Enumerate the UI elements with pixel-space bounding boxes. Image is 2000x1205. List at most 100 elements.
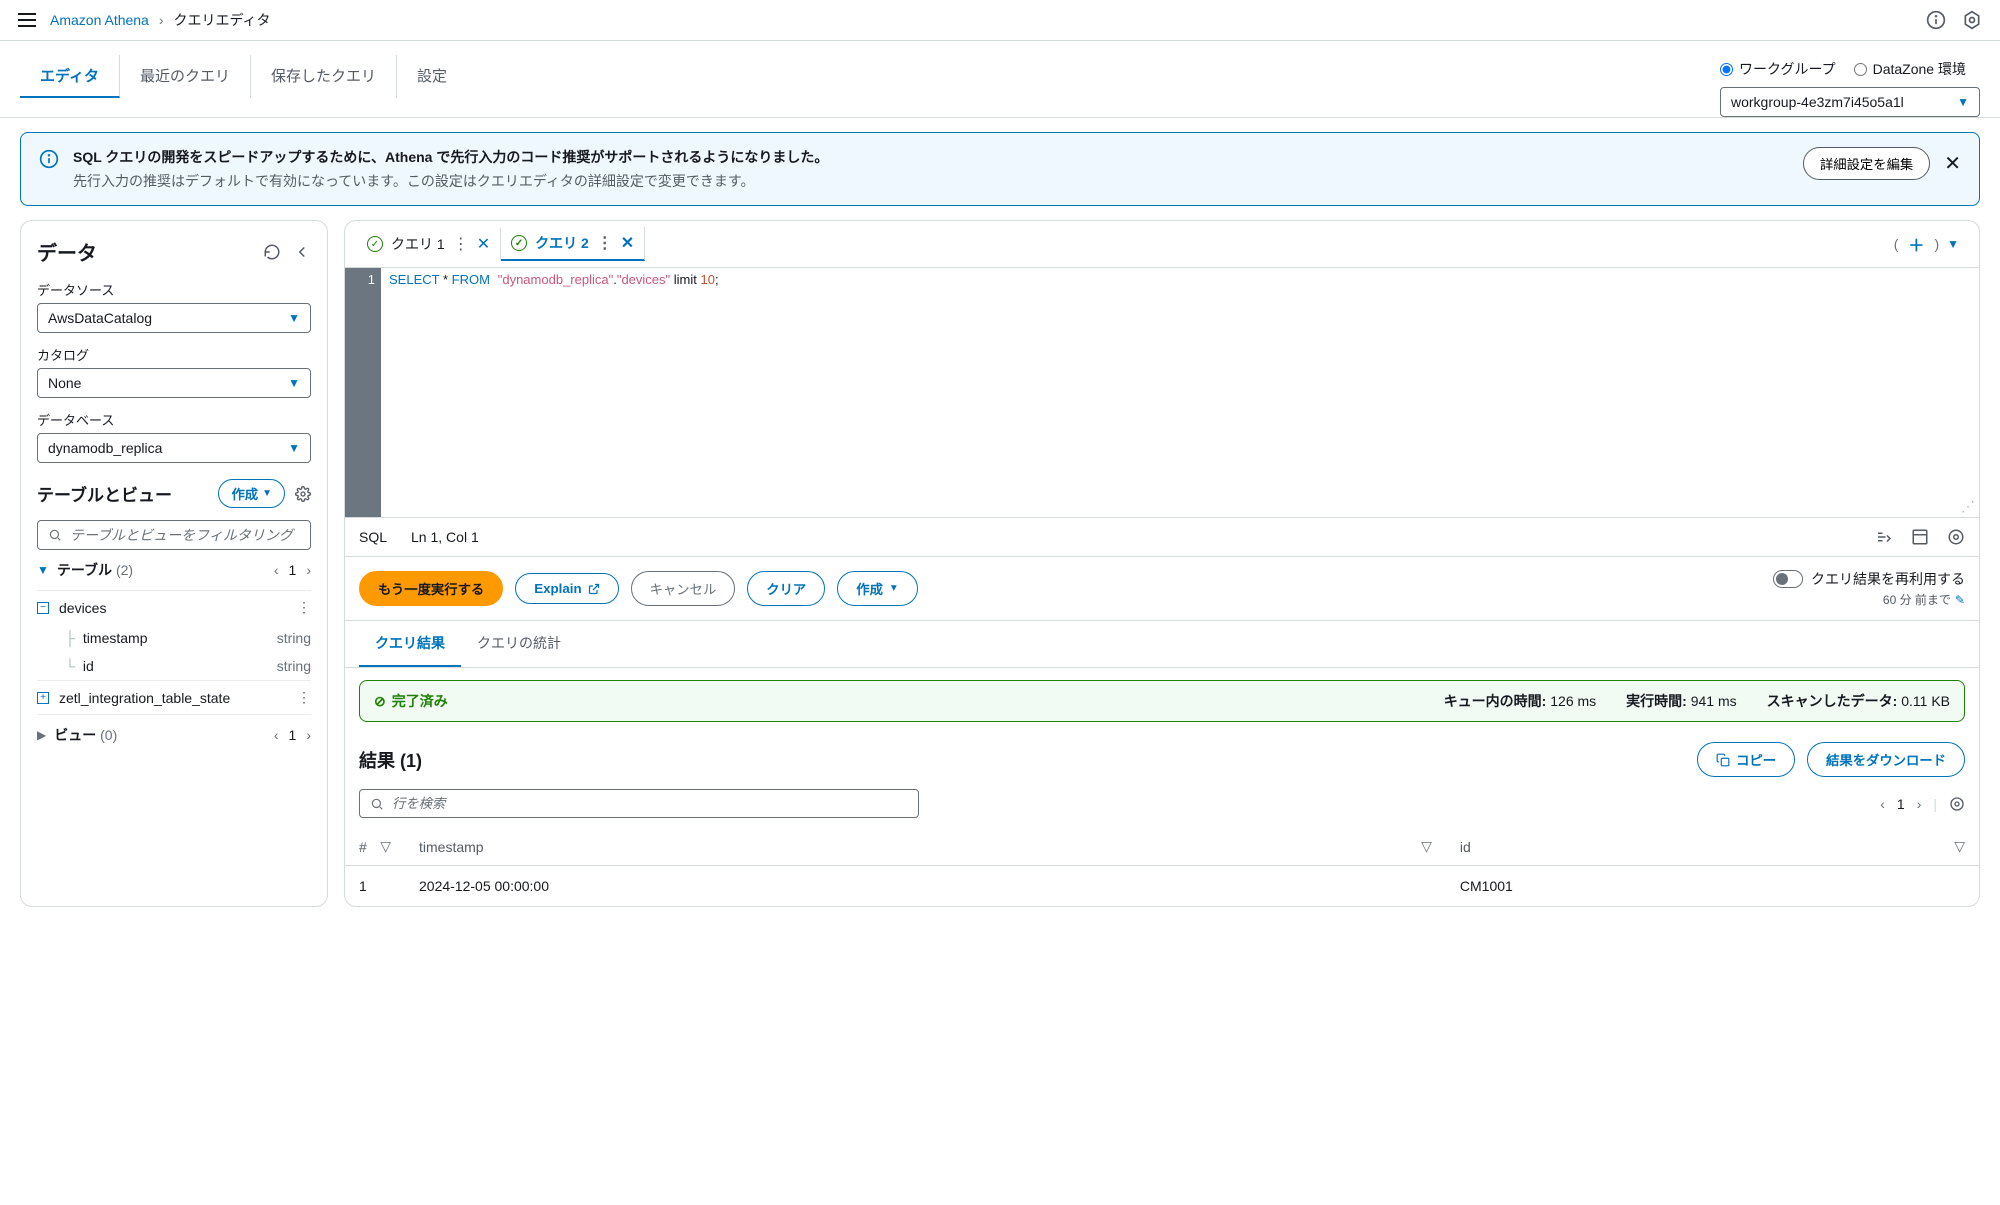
workgroup-select[interactable]: workgroup-4e3zm7i45o5a1l ▼	[1720, 87, 1980, 117]
column-timestamp: ├timestampstring	[37, 624, 311, 652]
tables-header: ▼ テーブル (2) ‹ 1 ›	[37, 550, 311, 591]
caret-down-icon: ▼	[1957, 95, 1969, 109]
add-tab-button[interactable]: ＋	[1898, 232, 1934, 256]
views-header: ▶ ビュー (0) ‹ 1 ›	[37, 715, 311, 755]
database-label: データベース	[37, 410, 311, 429]
create-query-button[interactable]: 作成▼	[837, 571, 918, 606]
success-icon: ✓	[367, 236, 383, 252]
tab-recent[interactable]: 最近のクエリ	[120, 55, 251, 98]
database-select[interactable]: dynamodb_replica▼	[37, 433, 311, 463]
caret-right-icon[interactable]: ▶	[37, 728, 46, 742]
edit-icon[interactable]: ✎	[1955, 593, 1965, 607]
banner-title: SQL クエリの開発をスピードアップするために、Athena で先行入力のコード…	[73, 147, 1789, 167]
settings-nut-icon[interactable]	[1962, 10, 1982, 30]
download-button[interactable]: 結果をダウンロード	[1807, 742, 1965, 777]
run-again-button[interactable]: もう一度実行する	[359, 571, 503, 606]
breadcrumb: Amazon Athena › クエリエディタ	[50, 10, 271, 30]
query-tab-1[interactable]: ✓ クエリ 1 ⋮ ✕	[357, 228, 501, 260]
radio-workgroup[interactable]: ワークグループ	[1720, 59, 1836, 79]
gear-icon[interactable]	[295, 486, 311, 502]
caret-down-icon: ▼	[288, 441, 300, 455]
caret-down-icon[interactable]: ▼	[1939, 237, 1967, 251]
info-banner: SQL クエリの開発をスピードアップするために、Athena で先行入力のコード…	[20, 132, 1980, 206]
menu-icon[interactable]	[18, 13, 36, 27]
explain-button[interactable]: Explain	[515, 573, 618, 604]
tab-query-results[interactable]: クエリ結果	[359, 621, 461, 667]
caret-down-icon[interactable]: ▼	[37, 563, 49, 577]
next-page-icon[interactable]: ›	[1917, 796, 1922, 812]
prev-page-icon[interactable]: ‹	[274, 562, 279, 578]
results-table: #▽ timestamp▽ id▽ 1 2024-12-05 00:00:00 …	[345, 828, 1979, 906]
more-icon[interactable]: ⋮	[297, 599, 311, 616]
fullscreen-icon[interactable]	[1911, 528, 1929, 546]
gear-icon[interactable]	[1947, 528, 1965, 546]
create-button[interactable]: 作成▼	[218, 479, 285, 508]
close-icon[interactable]: ✕	[1944, 151, 1961, 176]
catalog-label: カタログ	[37, 345, 311, 364]
success-icon: ⊘	[374, 693, 386, 710]
row-search-input[interactable]	[359, 789, 919, 818]
sql-editor[interactable]: 1 SELECT * FROM "dynamodb_replica"."devi…	[345, 268, 1979, 518]
collapse-icon[interactable]	[293, 243, 311, 261]
cancel-button[interactable]: キャンセル	[631, 571, 736, 606]
completion-panel: ⊘完了済み キュー内の時間: 126 ms 実行時間: 941 ms スキャンし…	[359, 680, 1965, 722]
chevron-right-icon: ›	[159, 12, 164, 28]
next-page-icon[interactable]: ›	[306, 727, 311, 743]
cursor-position: Ln 1, Col 1	[411, 529, 479, 545]
external-link-icon	[588, 583, 600, 595]
prev-page-icon[interactable]: ‹	[274, 727, 279, 743]
caret-down-icon: ▼	[288, 376, 300, 390]
tab-query-stats[interactable]: クエリの統計	[461, 621, 577, 667]
table-item-devices[interactable]: − devices ⋮	[37, 591, 311, 624]
sort-icon[interactable]: ▽	[1954, 838, 1965, 855]
caret-down-icon: ▼	[288, 311, 300, 325]
gear-icon[interactable]	[1949, 796, 1965, 812]
collapse-box-icon[interactable]: −	[37, 602, 49, 614]
banner-desc: 先行入力の推奨はデフォルトで有効になっています。この設定はクエリエディタの詳細設…	[73, 171, 1789, 191]
catalog-select[interactable]: None▼	[37, 368, 311, 398]
caret-down-icon: ▼	[262, 488, 272, 499]
breadcrumb-current: クエリエディタ	[174, 10, 271, 30]
next-page-icon[interactable]: ›	[306, 562, 311, 578]
sort-icon[interactable]: ▽	[1421, 838, 1432, 855]
more-icon[interactable]: ⋮	[453, 234, 469, 254]
tab-settings[interactable]: 設定	[397, 55, 467, 98]
close-icon[interactable]: ✕	[621, 233, 634, 253]
info-icon[interactable]	[1926, 10, 1946, 30]
tab-saved[interactable]: 保存したクエリ	[251, 55, 397, 98]
close-icon[interactable]: ✕	[477, 234, 490, 254]
datasource-select[interactable]: AwsDataCatalog▼	[37, 303, 311, 333]
breadcrumb-service[interactable]: Amazon Athena	[50, 12, 149, 28]
data-sidebar: データ データソース AwsDataCatalog▼ カタログ None▼ デー…	[20, 220, 328, 907]
format-icon[interactable]	[1875, 528, 1893, 546]
reuse-label: クエリ結果を再利用する	[1811, 569, 1965, 589]
more-icon[interactable]: ⋮	[297, 689, 311, 706]
edit-settings-button[interactable]: 詳細設定を編集	[1803, 147, 1930, 180]
copy-button[interactable]: コピー	[1697, 742, 1795, 777]
caret-down-icon: ▼	[889, 583, 899, 594]
table-item-zetl[interactable]: + zetl_integration_table_state ⋮	[37, 680, 311, 715]
sidebar-title: データ	[37, 237, 97, 266]
tab-editor[interactable]: エディタ	[20, 55, 120, 98]
query-tab-2[interactable]: ✓ クエリ 2 ⋮ ✕	[501, 227, 645, 261]
clear-button[interactable]: クリア	[747, 571, 825, 606]
prev-page-icon[interactable]: ‹	[1880, 796, 1885, 812]
tables-views-title: テーブルとビュー	[37, 481, 172, 506]
info-icon	[39, 149, 59, 169]
reuse-results-toggle[interactable]	[1773, 570, 1803, 588]
copy-icon	[1716, 753, 1730, 767]
resize-handle-icon[interactable]: ⋰	[1961, 498, 1975, 515]
search-icon	[370, 797, 384, 811]
column-id: └idstring	[37, 652, 311, 680]
more-icon[interactable]: ⋮	[597, 233, 613, 253]
results-title: 結果 (1)	[359, 747, 422, 773]
refresh-icon[interactable]	[263, 243, 281, 261]
sort-icon[interactable]: ▽	[380, 838, 391, 855]
table-row: 1 2024-12-05 00:00:00 CM1001	[345, 866, 1979, 907]
search-icon	[48, 528, 62, 542]
expand-box-icon[interactable]: +	[37, 692, 49, 704]
radio-datazone[interactable]: DataZone 環境	[1854, 59, 1966, 79]
success-icon: ✓	[511, 235, 527, 251]
language-indicator: SQL	[359, 529, 387, 545]
table-filter-input[interactable]	[37, 520, 311, 550]
